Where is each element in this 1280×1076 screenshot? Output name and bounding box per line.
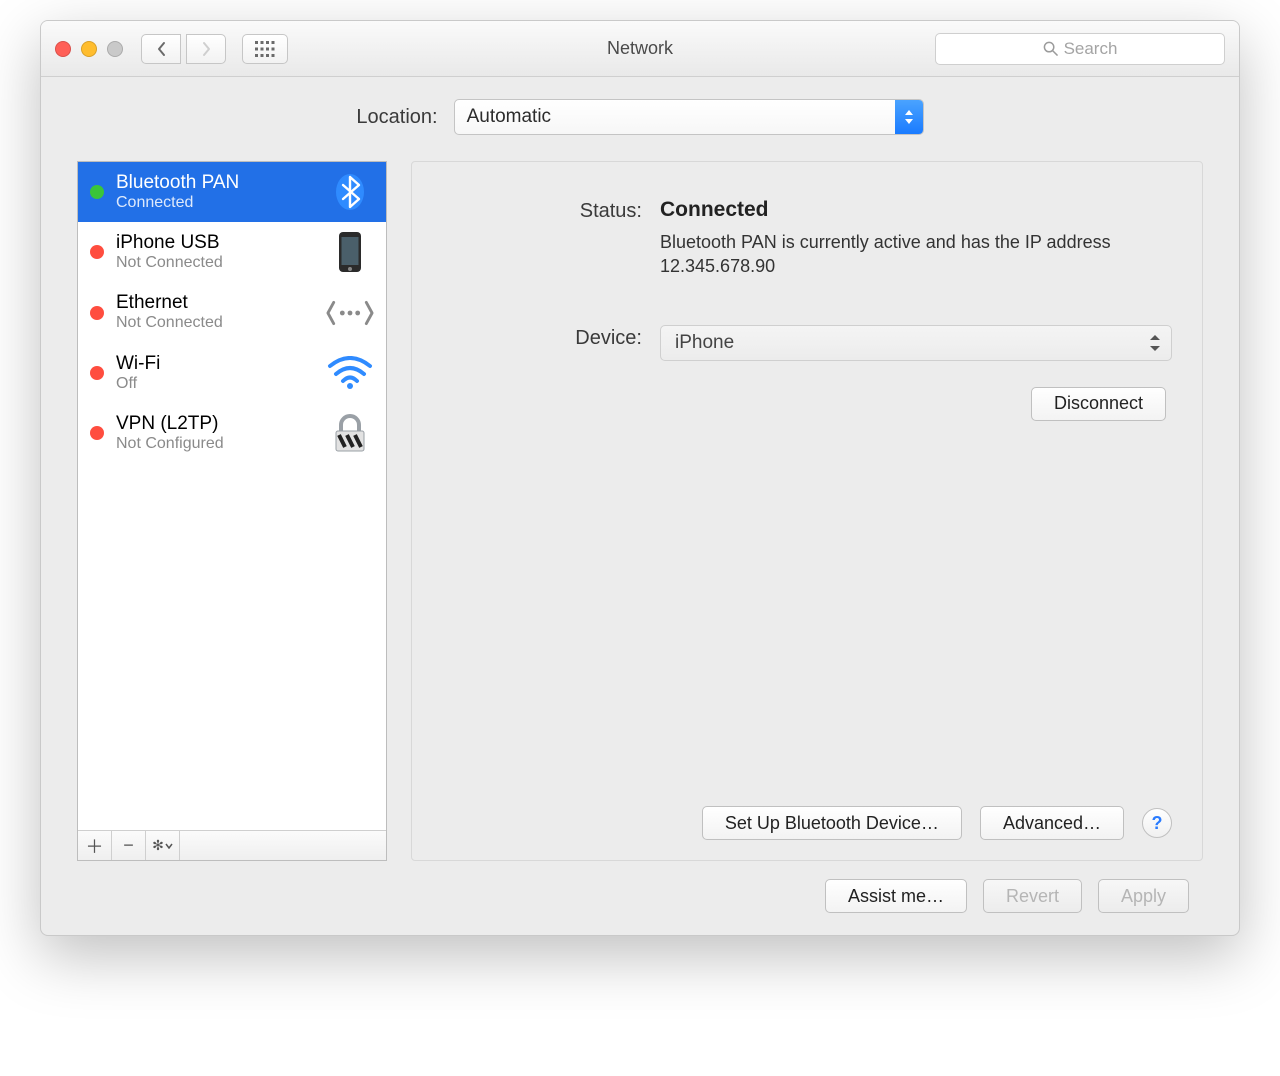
minus-icon: − xyxy=(123,835,134,856)
content-area: Location: Automatic Bluetooth PAN Connec… xyxy=(41,77,1239,935)
status-row: Status: Connected Bluetooth PAN is curre… xyxy=(442,198,1172,279)
service-text: Bluetooth PAN Connected xyxy=(116,172,314,212)
service-actions-menu[interactable]: ✻ xyxy=(146,831,180,860)
status-value: Connected xyxy=(660,198,1172,222)
status-label: Status: xyxy=(442,198,642,279)
device-row: Device: iPhone xyxy=(442,325,1172,361)
grid-icon xyxy=(255,41,275,57)
remove-service-button[interactable]: − xyxy=(112,831,146,860)
help-icon: ? xyxy=(1152,813,1163,834)
status-description: Bluetooth PAN is currently active and ha… xyxy=(660,230,1172,279)
show-all-button[interactable] xyxy=(242,34,288,64)
ethernet-icon xyxy=(326,293,374,333)
search-field[interactable]: Search xyxy=(935,33,1225,65)
nav-buttons xyxy=(141,34,288,64)
apply-button[interactable]: Apply xyxy=(1098,879,1189,913)
status-dot-icon xyxy=(90,245,104,259)
service-status: Not Configured xyxy=(116,435,314,453)
service-name: Bluetooth PAN xyxy=(116,172,314,194)
search-placeholder: Search xyxy=(1064,39,1118,59)
footer-row: Assist me… Revert Apply xyxy=(77,861,1203,913)
zoom-window-button[interactable] xyxy=(107,41,123,57)
search-icon xyxy=(1043,41,1058,56)
service-list[interactable]: Bluetooth PAN Connected iPhone USB Not C… xyxy=(78,162,386,830)
chevron-left-icon xyxy=(156,41,167,57)
chevron-down-icon xyxy=(165,843,173,849)
wifi-icon xyxy=(326,353,374,393)
status-dot-icon xyxy=(90,185,104,199)
iphone-icon xyxy=(326,232,374,272)
disconnect-row: Disconnect xyxy=(442,387,1172,421)
advanced-button[interactable]: Advanced… xyxy=(980,806,1124,840)
location-row: Location: Automatic xyxy=(77,99,1203,135)
service-text: Wi-Fi Off xyxy=(116,353,314,393)
sidebar-item-ethernet[interactable]: Ethernet Not Connected xyxy=(78,282,386,342)
sidebar-item-iphone-usb[interactable]: iPhone USB Not Connected xyxy=(78,222,386,282)
close-window-button[interactable] xyxy=(55,41,71,57)
service-text: VPN (L2TP) Not Configured xyxy=(116,413,314,453)
location-popup[interactable]: Automatic xyxy=(454,99,924,135)
chevron-right-icon xyxy=(201,41,212,57)
service-status: Off xyxy=(116,375,314,393)
service-text: Ethernet Not Connected xyxy=(116,292,314,332)
sidebar-item-vpn[interactable]: VPN (L2TP) Not Configured xyxy=(78,403,386,463)
service-status: Not Connected xyxy=(116,254,314,272)
detail-pane: Status: Connected Bluetooth PAN is curre… xyxy=(411,161,1203,861)
status-dot-icon xyxy=(90,306,104,320)
status-dot-icon xyxy=(90,426,104,440)
bluetooth-icon xyxy=(326,172,374,212)
pane-bottom-row: Set Up Bluetooth Device… Advanced… ? xyxy=(442,806,1172,840)
location-label: Location: xyxy=(356,106,437,129)
forward-button[interactable] xyxy=(186,34,226,64)
gear-icon: ✻ xyxy=(152,837,164,854)
device-value: iPhone xyxy=(675,332,734,354)
network-preferences-window: Network Search Location: Automatic Bl xyxy=(40,20,1240,936)
window-controls xyxy=(55,41,123,57)
revert-button[interactable]: Revert xyxy=(983,879,1082,913)
back-button[interactable] xyxy=(141,34,181,64)
service-name: Ethernet xyxy=(116,292,314,314)
device-popup[interactable]: iPhone xyxy=(660,325,1172,361)
sidebar-item-wifi[interactable]: Wi-Fi Off xyxy=(78,343,386,403)
status-value-block: Connected Bluetooth PAN is currently act… xyxy=(660,198,1172,279)
titlebar: Network Search xyxy=(41,21,1239,77)
lock-icon xyxy=(326,413,374,453)
device-label: Device: xyxy=(442,325,642,361)
updown-arrows-icon xyxy=(895,100,923,134)
location-value: Automatic xyxy=(467,106,551,128)
service-status: Connected xyxy=(116,194,314,212)
add-service-button[interactable]: ＋ xyxy=(78,831,112,860)
service-status: Not Connected xyxy=(116,314,314,332)
service-name: iPhone USB xyxy=(116,232,314,254)
disconnect-button[interactable]: Disconnect xyxy=(1031,387,1166,421)
help-button[interactable]: ? xyxy=(1142,808,1172,838)
assist-me-button[interactable]: Assist me… xyxy=(825,879,967,913)
setup-bluetooth-button[interactable]: Set Up Bluetooth Device… xyxy=(702,806,962,840)
main-columns: Bluetooth PAN Connected iPhone USB Not C… xyxy=(77,161,1203,861)
status-dot-icon xyxy=(90,366,104,380)
minimize-window-button[interactable] xyxy=(81,41,97,57)
sidebar-item-bluetooth-pan[interactable]: Bluetooth PAN Connected xyxy=(78,162,386,222)
plus-icon: ＋ xyxy=(86,833,104,859)
updown-arrows-icon xyxy=(1147,330,1163,356)
service-name: Wi-Fi xyxy=(116,353,314,375)
service-name: VPN (L2TP) xyxy=(116,413,314,435)
service-list-panel: Bluetooth PAN Connected iPhone USB Not C… xyxy=(77,161,387,861)
service-text: iPhone USB Not Connected xyxy=(116,232,314,272)
sidebar-footer: ＋ − ✻ xyxy=(78,830,386,860)
